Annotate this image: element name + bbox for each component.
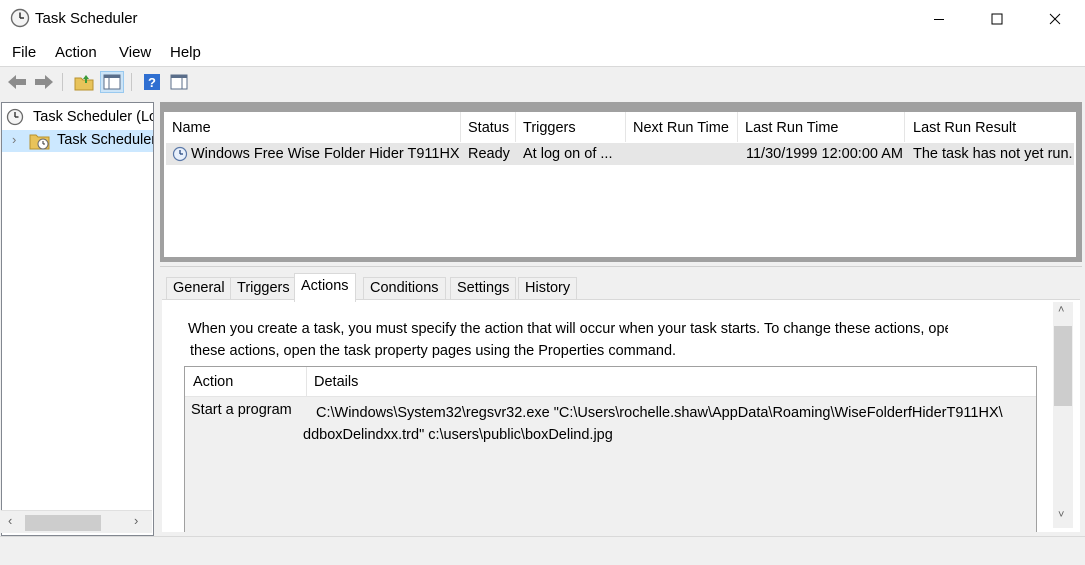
task-triggers: At log on of ... [523, 146, 613, 162]
action-details-line-1: C:\Windows\System32\regsvr32.exe "C:\Use… [316, 405, 1003, 421]
column-header-last-run-time[interactable]: Last Run Time [745, 120, 839, 136]
column-divider [737, 112, 738, 142]
action-details-line-2: ddboxDelindxx.trd" c:\users\public\boxDe… [303, 427, 613, 443]
column-divider [904, 112, 905, 142]
column-header-last-run-result[interactable]: Last Run Result [913, 120, 1016, 136]
tree-item-library-label: Task Scheduler Library [57, 132, 154, 148]
close-button[interactable] [1026, 0, 1084, 38]
help-icon: ? [144, 74, 160, 90]
column-header-status[interactable]: Status [468, 120, 509, 136]
clock-icon [10, 8, 30, 28]
task-name: Windows Free Wise Folder Hider T911HX [191, 146, 460, 162]
scroll-down-icon[interactable]: ˅ [1058, 509, 1064, 521]
column-divider [515, 112, 516, 142]
minimize-button[interactable] [910, 0, 968, 38]
minimize-icon [934, 19, 944, 20]
tree-item-library[interactable]: › Task Scheduler Library [2, 130, 153, 152]
tab-general[interactable]: General [166, 277, 232, 300]
tab-history[interactable]: History [518, 277, 578, 300]
actions-description: When you create a task, you must specify… [188, 318, 948, 362]
task-details-pane: General Triggers Actions Conditions Sett… [160, 266, 1082, 533]
vertical-scrollbar[interactable]: ˄ ˅ [1053, 302, 1073, 528]
scroll-up-icon[interactable]: ˄ [1058, 304, 1064, 316]
column-header-triggers[interactable]: Triggers [523, 120, 576, 136]
close-icon [1049, 13, 1061, 25]
expand-chevron-icon[interactable]: › [12, 132, 16, 147]
task-last-run-time: 11/30/1999 12:00:00 AM [746, 146, 903, 162]
column-header-details[interactable]: Details [314, 374, 358, 390]
table-row[interactable]: Start a program C:\Windows\System32\regs… [185, 397, 1036, 532]
action-details: C:\Windows\System32\regsvr32.exe "C:\Use… [303, 402, 1003, 446]
column-header-name[interactable]: Name [172, 120, 211, 136]
folder-up-icon [74, 75, 94, 91]
scroll-left-icon[interactable]: ‹ [8, 513, 12, 528]
task-status: Ready [468, 146, 510, 162]
task-clock-icon [172, 146, 188, 162]
maximize-button[interactable] [968, 0, 1026, 38]
forward-button[interactable] [32, 71, 56, 93]
scroll-right-icon[interactable]: › [134, 513, 138, 528]
back-button[interactable] [5, 71, 29, 93]
column-header-action[interactable]: Action [193, 374, 233, 390]
toolbar-separator [131, 73, 132, 91]
scrollbar-thumb[interactable] [25, 515, 101, 531]
column-header-next-run-time[interactable]: Next Run Time [633, 120, 729, 136]
task-last-run-result: The task has not yet run. [913, 146, 1073, 162]
console-tree: Task Scheduler (Local) › Task Scheduler … [1, 102, 154, 536]
actions-table: Action Details Start a program C:\Window… [184, 366, 1037, 532]
horizontal-scrollbar[interactable]: ‹ › [1, 510, 152, 533]
svg-text:?: ? [148, 75, 156, 90]
tree-item-root-label: Task Scheduler (Local) [33, 109, 153, 125]
actions-description-line-2: these actions, open the task property pa… [190, 343, 677, 359]
console-tree-icon [103, 74, 121, 90]
help-button[interactable]: ? [140, 71, 164, 93]
forward-arrow-icon [35, 75, 53, 89]
status-bar [0, 536, 1085, 565]
actions-description-line-1: When you create a task, you must specify… [188, 321, 948, 337]
actions-tab-content: When you create a task, you must specify… [162, 299, 1080, 532]
task-list: Name Status Triggers Next Run Time Last … [164, 112, 1076, 257]
back-arrow-icon [8, 75, 26, 89]
toolbar: ? [0, 67, 1085, 97]
tab-triggers[interactable]: Triggers [230, 277, 297, 300]
clock-icon [6, 108, 24, 126]
show-action-pane-button[interactable] [167, 71, 191, 93]
toolbar-separator [62, 73, 63, 91]
up-folder-button[interactable] [72, 71, 96, 93]
menu-bar: File Action View Help [0, 38, 1085, 67]
menu-action[interactable]: Action [55, 44, 97, 61]
table-row[interactable]: Windows Free Wise Folder Hider T911HX Re… [166, 143, 1074, 165]
column-divider [306, 367, 307, 396]
actions-table-header: Action Details [185, 367, 1036, 397]
column-divider [460, 112, 461, 142]
menu-help[interactable]: Help [170, 44, 201, 61]
scrollbar-thumb[interactable] [1054, 326, 1072, 406]
menu-file[interactable]: File [12, 44, 36, 61]
tab-conditions[interactable]: Conditions [363, 277, 446, 300]
title-bar: Task Scheduler [0, 0, 1085, 38]
tab-settings[interactable]: Settings [450, 277, 517, 300]
tab-actions[interactable]: Actions [294, 273, 356, 302]
action-pane-icon [170, 74, 188, 90]
maximize-icon [991, 13, 1003, 25]
action-type: Start a program [191, 402, 292, 418]
folder-clock-icon [29, 134, 50, 150]
menu-view[interactable]: View [119, 44, 151, 61]
window-title: Task Scheduler [35, 10, 138, 27]
show-hide-console-tree-button[interactable] [100, 71, 124, 93]
column-divider [625, 112, 626, 142]
